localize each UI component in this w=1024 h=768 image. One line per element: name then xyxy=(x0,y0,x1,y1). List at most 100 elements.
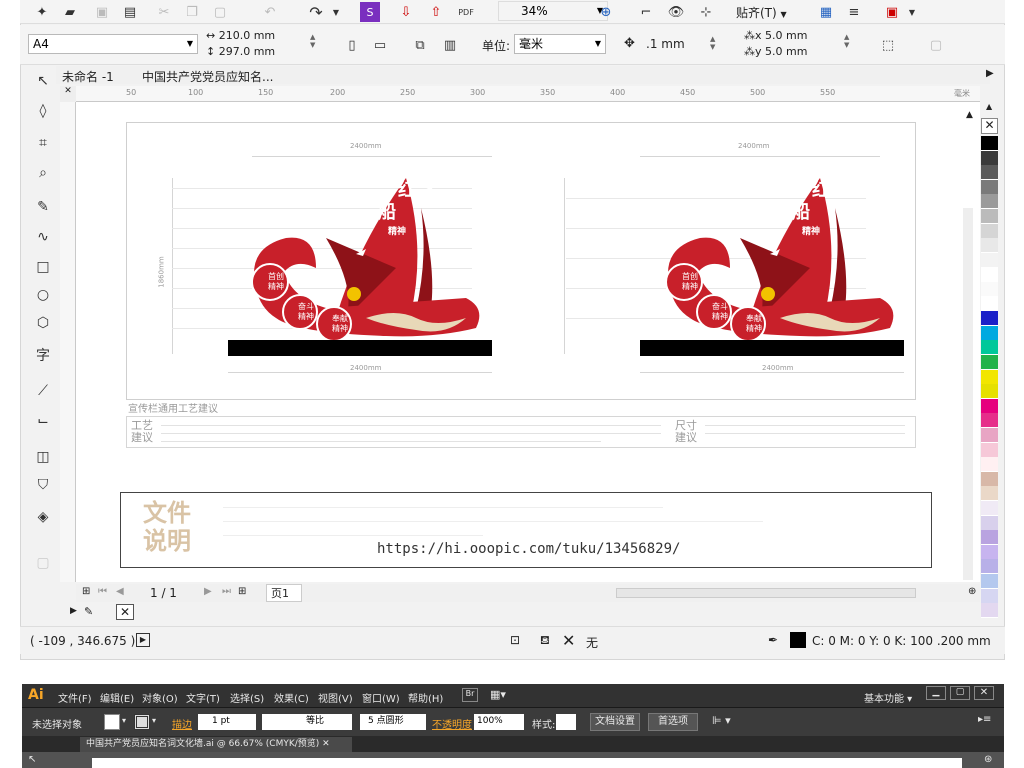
color-swatch[interactable] xyxy=(981,530,998,546)
color-swatch[interactable] xyxy=(981,252,998,268)
pick-tool-icon[interactable]: ↖ xyxy=(32,70,54,92)
page-tab[interactable]: 页1 xyxy=(266,584,302,602)
ai-panel-icon[interactable]: ⊛ xyxy=(984,754,992,765)
import-icon[interactable]: ⇩ xyxy=(396,2,416,22)
stroke-weight-field[interactable]: 1 pt xyxy=(198,714,256,730)
save-icon[interactable]: ▣ xyxy=(92,2,112,22)
ai-menu-window[interactable]: 窗口(W) xyxy=(362,690,400,705)
workspace-switcher[interactable]: 基本功能 ▾ xyxy=(864,690,912,705)
height-field[interactable]: ↕ 297.0 mm xyxy=(206,45,275,58)
rulers-icon[interactable]: ⌐ xyxy=(636,2,656,22)
palette-arrow-icon[interactable]: ▶ xyxy=(70,606,77,616)
fullscreen-icon[interactable]: ⊕ xyxy=(596,2,616,22)
ai-menu-type[interactable]: 文字(T) xyxy=(186,690,220,705)
current-page-icon[interactable]: ▥ xyxy=(440,35,460,55)
stroke-swatch[interactable] xyxy=(134,714,150,730)
ai-menu-object[interactable]: 对象(O) xyxy=(142,690,178,705)
status-play-icon[interactable]: ▶ xyxy=(136,633,150,647)
stroke-label[interactable]: 描边 xyxy=(172,716,192,731)
open-folder-icon[interactable]: ▰ xyxy=(60,2,80,22)
color-swatch[interactable] xyxy=(981,150,998,166)
polygon-tool-icon[interactable]: ⬡ xyxy=(32,312,54,334)
color-swatch[interactable] xyxy=(981,369,998,385)
ellipse-tool-icon[interactable]: ○ xyxy=(32,284,54,306)
crop-tool-icon[interactable]: ⌗ xyxy=(32,132,54,154)
nudge-spinner[interactable]: ▲ ▼ xyxy=(710,35,715,51)
color-swatch[interactable] xyxy=(981,544,998,560)
color-swatch[interactable] xyxy=(981,515,998,531)
width-field[interactable]: ↔ 210.0 mm xyxy=(206,29,275,42)
color-swatch[interactable] xyxy=(981,457,998,473)
duplicate-spinner[interactable]: ▲ ▼ xyxy=(844,33,849,49)
fill-dropdown-icon[interactable]: ▾ xyxy=(122,716,126,725)
color-swatch[interactable] xyxy=(981,486,998,502)
extra-tool-icon[interactable]: ▢ xyxy=(32,552,54,574)
color-swatch[interactable] xyxy=(981,238,998,254)
color-swatch[interactable] xyxy=(981,311,998,327)
add-page-before-icon[interactable]: ⊞ xyxy=(82,586,90,597)
prev-page-icon[interactable]: ◀ xyxy=(116,586,124,597)
fill-tool-icon[interactable]: ◈ xyxy=(32,506,54,528)
tab-document[interactable]: 中国共产党党员应知名... xyxy=(142,68,273,85)
color-swatch[interactable] xyxy=(981,384,998,400)
control-menu-icon[interactable]: ▸≡ xyxy=(978,714,991,725)
ai-menu-view[interactable]: 视图(V) xyxy=(318,690,353,705)
fill-swatch[interactable] xyxy=(104,714,120,730)
no-color-icon[interactable]: ✕ xyxy=(116,604,134,620)
color-swatch[interactable] xyxy=(981,267,998,283)
next-page-icon[interactable]: ▶ xyxy=(204,586,212,597)
document-setup-button[interactable]: 文档设置 xyxy=(590,713,640,731)
ruler-origin-icon[interactable]: ✕ xyxy=(60,86,76,102)
opacity-field[interactable]: 100% xyxy=(474,714,524,730)
ai-document-tab[interactable]: 中国共产党员应知名词文化墙.ai @ 66.67% (CMYK/预览) ✕ xyxy=(80,737,352,752)
tab-untitled[interactable]: 未命名 -1 xyxy=(62,68,114,85)
preferences-button[interactable]: 首选项 xyxy=(648,713,698,731)
ai-menu-help[interactable]: 帮助(H) xyxy=(408,690,443,705)
color-swatch[interactable] xyxy=(981,428,998,443)
all-pages-icon[interactable]: ⧉ xyxy=(410,35,430,55)
zoom-tool-icon[interactable]: ⌕ xyxy=(32,162,54,184)
portrait-icon[interactable]: ▯ xyxy=(342,35,362,55)
style-swatch[interactable] xyxy=(556,714,576,730)
opacity-label[interactable]: 不透明度 xyxy=(432,716,472,731)
horizontal-scrollbar[interactable] xyxy=(616,588,916,598)
color-swatch[interactable] xyxy=(981,223,998,239)
horizontal-ruler[interactable]: 50 100 150 200 250 300 350 400 450 500 5… xyxy=(76,86,980,102)
rectangle-tool-icon[interactable]: □ xyxy=(32,256,54,278)
shape-tool-icon[interactable]: ◊ xyxy=(32,100,54,122)
nudge-field[interactable]: .1 mm xyxy=(646,37,685,51)
ai-menu-file[interactable]: 文件(F) xyxy=(58,690,92,705)
color-swatch[interactable] xyxy=(981,413,998,429)
drawing-canvas[interactable]: 2400mm 1860mm 红 船 精神 首创 精神 奋斗 精神 奉献 精神 2… xyxy=(76,102,980,582)
vertical-scrollbar[interactable] xyxy=(963,208,973,580)
launcher-dropdown-icon[interactable]: ▼ xyxy=(902,2,922,22)
palette-scroll-up-icon[interactable]: ▲ xyxy=(986,102,992,111)
units-select[interactable]: 毫米 ▼ xyxy=(514,34,606,54)
color-swatch[interactable] xyxy=(981,209,998,224)
add-page-after-icon[interactable]: ⊞ xyxy=(238,586,246,597)
dash-profile-select[interactable]: 等比 xyxy=(262,714,352,730)
color-swatch[interactable] xyxy=(981,559,998,575)
launcher-icon[interactable]: ▣ xyxy=(882,2,902,22)
arrange-docs-icon[interactable]: ▦▾ xyxy=(490,688,506,701)
tab-scroll-right-icon[interactable]: ▶ xyxy=(986,68,994,79)
eyedropper-icon[interactable]: ✎ xyxy=(84,605,93,618)
bridge-icon[interactable]: Br xyxy=(462,688,478,702)
text-tool-icon[interactable]: 字 xyxy=(32,344,54,366)
ai-menu-effect[interactable]: 效果(C) xyxy=(274,690,309,705)
landscape-icon[interactable]: ▭ xyxy=(370,35,390,55)
shadow-tool-icon[interactable]: ◫ xyxy=(32,446,54,468)
ai-selection-tool-icon[interactable]: ↖ xyxy=(28,754,36,765)
color-swatch[interactable] xyxy=(981,325,998,341)
search-content-icon[interactable]: S xyxy=(360,2,380,22)
align-icon[interactable]: ≡ xyxy=(844,2,864,22)
color-swatch[interactable] xyxy=(981,340,998,356)
color-swatch[interactable] xyxy=(981,179,998,195)
brush-select[interactable]: 5 点圆形 xyxy=(360,714,426,730)
color-swatch[interactable] xyxy=(981,603,998,619)
redo-dropdown-icon[interactable]: ▼ xyxy=(326,2,346,22)
pdf-icon[interactable]: PDF xyxy=(456,2,476,22)
color-swatch[interactable] xyxy=(981,282,998,297)
options-icon[interactable]: ▦ xyxy=(816,2,836,22)
close-icon[interactable]: ✕ xyxy=(974,686,994,700)
